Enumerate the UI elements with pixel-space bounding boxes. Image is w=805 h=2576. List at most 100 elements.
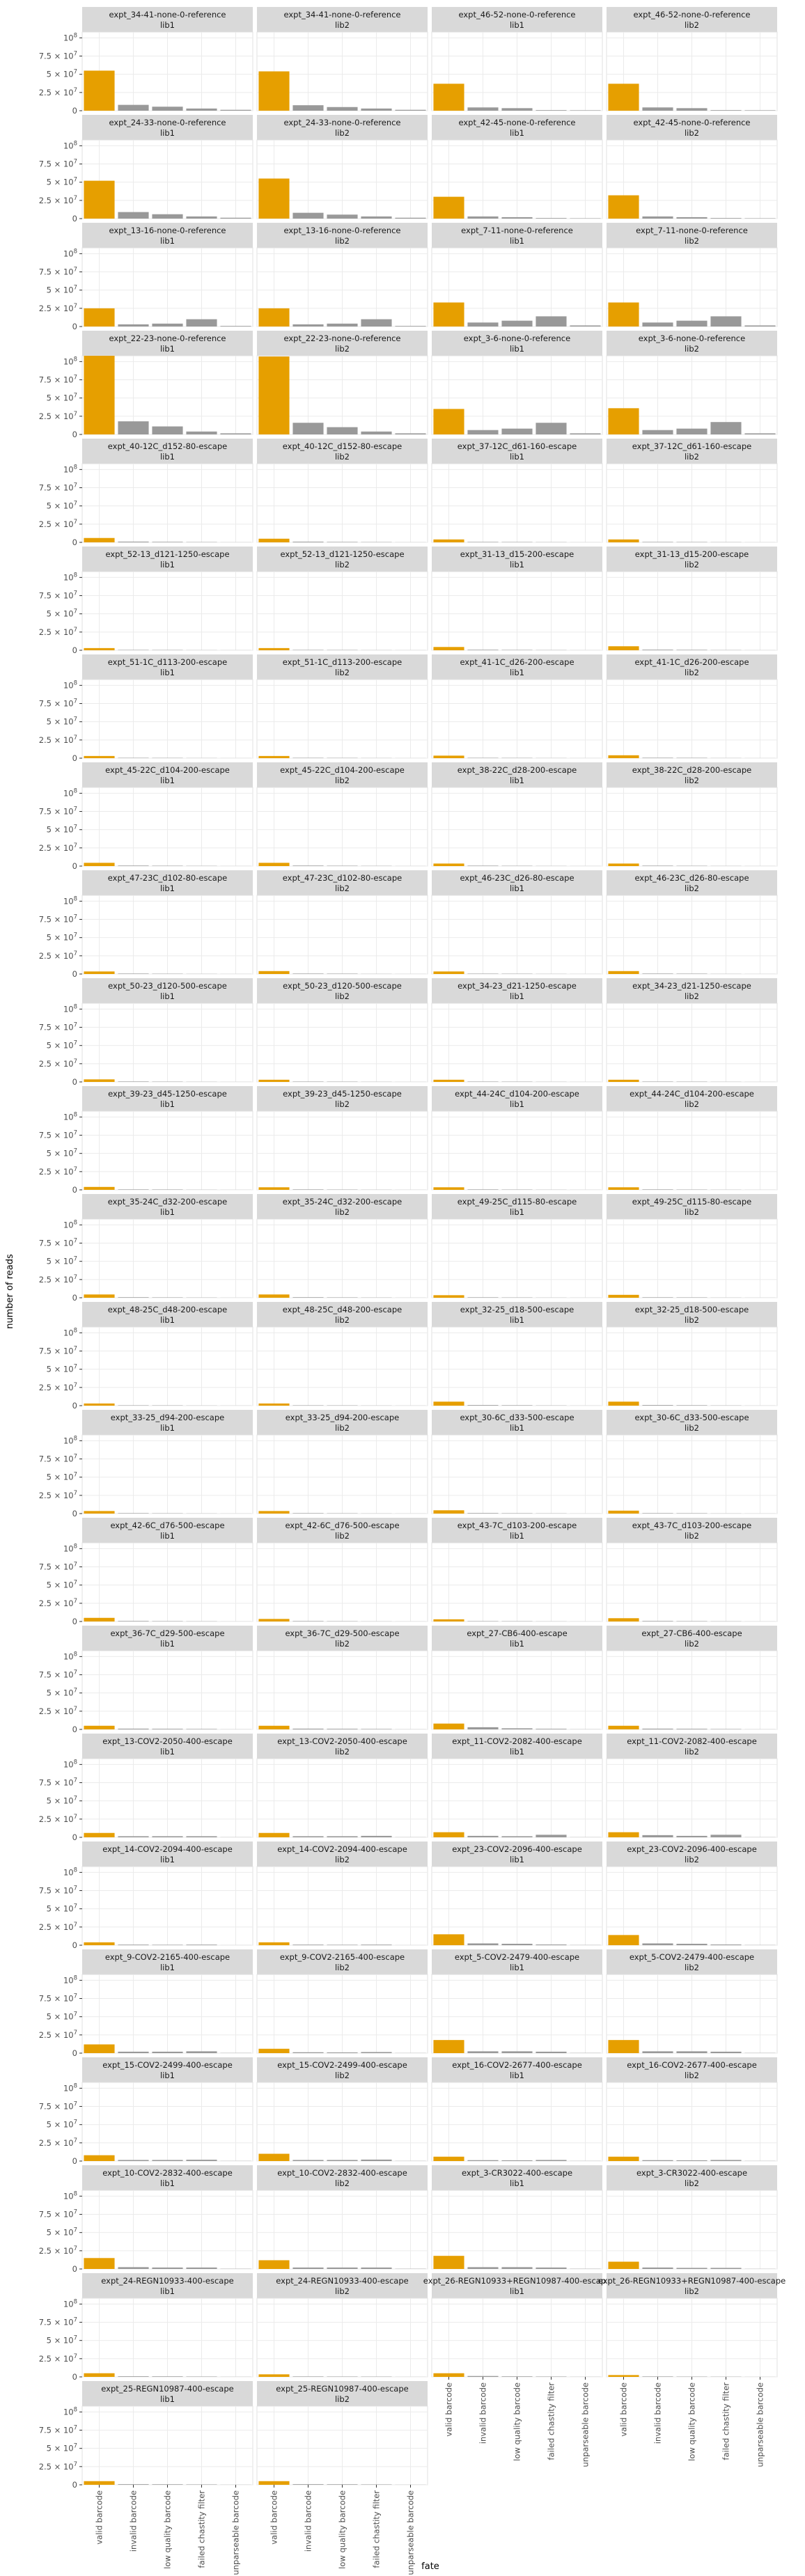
bar <box>84 2258 115 2269</box>
facet-title: expt_50-23_d120-500-escape <box>283 981 402 991</box>
facet-lib-label: lib2 <box>335 1423 350 1433</box>
facet-title: expt_42-45-none-0-reference <box>458 118 575 127</box>
bar <box>501 428 533 434</box>
y-tick-label: 0 <box>72 1617 77 1626</box>
y-tick-label: 7.5 × 107 <box>39 1346 77 1356</box>
facet-panels: expt_34-41-none-0-referencelib102.5 × 10… <box>39 7 786 2490</box>
bar <box>258 1942 290 1945</box>
facet-lib-label: lib2 <box>685 1855 699 1864</box>
bar <box>642 2051 673 2053</box>
bar <box>327 2484 358 2485</box>
bar <box>676 428 708 434</box>
facet-lib-label: lib2 <box>685 560 699 570</box>
bar <box>536 218 567 219</box>
facet-lib-label: lib1 <box>510 20 524 30</box>
y-tick-label: 0 <box>72 2480 77 2490</box>
facet-panel: expt_30-6C_d33-500-escapelib2 <box>606 1410 778 1514</box>
x-tick-label: failed chastity filter <box>372 2490 382 2568</box>
bar <box>84 1832 115 1837</box>
y-tick-label: 2.5 × 107 <box>39 1382 77 1392</box>
facet-lib-label: lib1 <box>510 883 524 893</box>
bar <box>608 1725 639 1729</box>
bar <box>186 2376 217 2377</box>
facet-lib-label: lib2 <box>335 2394 350 2404</box>
bar <box>608 1832 639 1837</box>
bar <box>258 755 290 758</box>
facet-lib-label: lib2 <box>685 1099 699 1109</box>
facet-panel: expt_22-23-none-0-referencelib2 <box>256 331 428 435</box>
y-tick-label: 5 × 107 <box>47 1040 77 1051</box>
bar <box>186 2484 217 2485</box>
y-tick-label: 5 × 107 <box>47 177 77 187</box>
y-tick-label: 7.5 × 107 <box>39 159 77 169</box>
bar <box>467 2160 499 2161</box>
facet-title: expt_25-REGN10987-400-escape <box>276 2384 408 2394</box>
facet-panel: expt_15-COV2-2499-400-escapelib2 <box>256 2057 428 2162</box>
facet-title: expt_31-13_d15-200-escape <box>635 549 749 559</box>
facet-lib-label: lib2 <box>685 2071 699 2080</box>
bar <box>292 865 324 866</box>
facet-panel: expt_7-11-none-0-referencelib2 <box>606 223 778 327</box>
facet-lib-label: lib2 <box>685 668 699 677</box>
facet-title: expt_24-33-none-0-reference <box>109 118 226 127</box>
bar <box>433 755 464 758</box>
bar <box>152 214 183 219</box>
facet-panel: expt_46-52-none-0-referencelib1 <box>431 7 603 111</box>
facet-lib-label: lib2 <box>335 20 350 30</box>
facet-lib-label: lib1 <box>160 1639 175 1649</box>
bar <box>258 1511 290 1514</box>
facet-lib-label: lib1 <box>160 2394 175 2404</box>
y-tick-label: 5 × 107 <box>47 285 77 295</box>
y-tick-label: 7.5 × 107 <box>39 1022 77 1032</box>
y-tick-label: 0 <box>72 1509 77 1518</box>
facet-panel: expt_16-COV2-2677-400-escapelib1 <box>431 2057 603 2162</box>
y-tick-label: 2.5 × 107 <box>39 627 77 637</box>
facet-lib-label: lib2 <box>335 883 350 893</box>
facet-lib-label: lib1 <box>160 20 175 30</box>
facet-panel: expt_23-COV2-2096-400-escapelib1 <box>431 1841 603 1946</box>
bar <box>433 302 464 327</box>
facet-lib-label: lib1 <box>510 1099 524 1109</box>
bar <box>327 2160 358 2161</box>
bar <box>361 2267 392 2269</box>
x-tick-label: valid barcode <box>619 2382 629 2437</box>
facet-title: expt_3-CR3022-400-escape <box>462 2168 572 2178</box>
y-tick-label: 0 <box>72 430 77 439</box>
facet-title: expt_32-25_d18-500-escape <box>460 1305 574 1314</box>
bar <box>676 108 708 111</box>
bar <box>152 2160 183 2161</box>
bar <box>258 863 290 866</box>
bar <box>258 2481 290 2485</box>
bar <box>152 1836 183 1837</box>
facet-lib-label: lib2 <box>685 128 699 138</box>
bar <box>327 427 358 434</box>
bar <box>152 2051 183 2053</box>
facet-panel: expt_14-COV2-2094-400-escapelib2 <box>256 1841 428 1946</box>
facet-title: expt_36-7C_d29-500-escape <box>110 1628 224 1638</box>
facet-title: expt_30-6C_d33-500-escape <box>460 1413 574 1422</box>
bar <box>118 1836 149 1837</box>
bar <box>433 2256 464 2269</box>
bar <box>467 1081 499 1082</box>
bar <box>608 755 639 758</box>
facet-lib-label: lib2 <box>335 236 350 246</box>
facet-title: expt_13-COV2-2050-400-escape <box>102 1736 233 1746</box>
x-tick-label: valid barcode <box>444 2382 454 2437</box>
facet-title: expt_47-23C_d102-80-escape <box>108 873 227 883</box>
facet-title: expt_22-23-none-0-reference <box>283 333 400 343</box>
bar <box>467 2267 499 2269</box>
bar <box>570 218 601 219</box>
facet-title: expt_13-16-none-0-reference <box>283 226 400 235</box>
facet-panel: expt_7-11-none-0-referencelib1 <box>431 223 603 327</box>
y-tick-label: 5 × 107 <box>47 1688 77 1698</box>
faceted-bar-chart: expt_34-41-none-0-referencelib102.5 × 10… <box>0 0 805 2576</box>
bar <box>118 324 149 327</box>
bar <box>642 1513 673 1514</box>
y-tick-label: 2.5 × 107 <box>39 2353 77 2364</box>
facet-title: expt_32-25_d18-500-escape <box>635 1305 749 1314</box>
y-tick-label: 0 <box>72 753 77 763</box>
facet-lib-label: lib2 <box>335 1855 350 1864</box>
bar <box>744 433 776 434</box>
facet-title: expt_15-COV2-2499-400-escape <box>277 2060 407 2070</box>
facet-lib-label: lib2 <box>685 1963 699 1972</box>
